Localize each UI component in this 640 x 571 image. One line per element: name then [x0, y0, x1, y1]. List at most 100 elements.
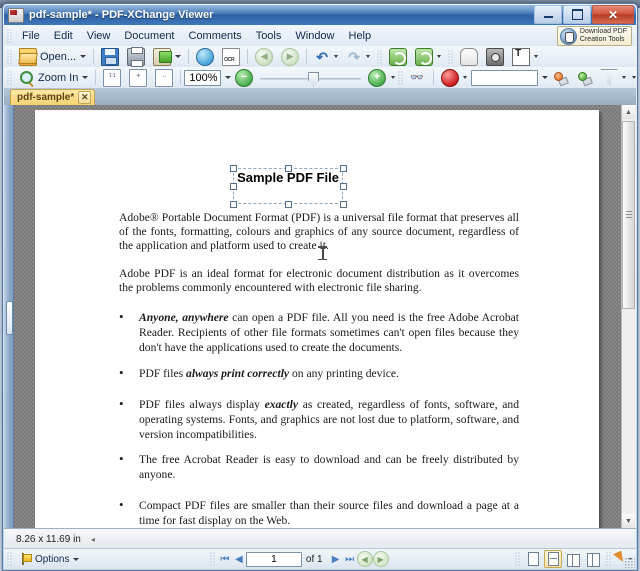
actual-size-button[interactable]: 1:1 — [99, 68, 125, 87]
options-button[interactable]: Options — [15, 552, 83, 566]
hand-tool-button[interactable] — [456, 47, 482, 66]
document-tab-pdf-sample[interactable]: pdf-sample* ✕ — [10, 89, 96, 105]
vertical-scrollbar[interactable]: ▲ ▼ — [621, 105, 636, 528]
scan-button[interactable] — [192, 47, 218, 66]
next-page-button-status[interactable]: ▶ — [329, 552, 343, 566]
open-dropdown-chevron-down-icon[interactable] — [80, 55, 87, 58]
print-button[interactable] — [123, 46, 149, 67]
zoom-in-step-button[interactable]: + — [364, 68, 390, 87]
fit-page-button[interactable]: ✛ — [125, 68, 151, 87]
fit-width-button[interactable]: ↔ — [151, 68, 177, 87]
close-icon[interactable]: ✕ — [78, 91, 92, 104]
navigation-pane-splitter[interactable] — [4, 105, 14, 528]
select-chevron-down-icon[interactable] — [534, 55, 539, 58]
rotate-left-button[interactable] — [385, 47, 411, 66]
options-chevron-down-icon[interactable] — [73, 557, 80, 561]
ocr-button[interactable]: OCR — [218, 47, 244, 66]
undo-button[interactable]: ↶ — [310, 48, 342, 66]
menu-tools[interactable]: Tools — [249, 27, 289, 45]
email-button[interactable] — [149, 47, 185, 66]
previous-page-button-status[interactable]: ◀ — [232, 552, 246, 566]
toolbar-grip-5[interactable] — [398, 70, 404, 85]
selection-handle-nw[interactable] — [230, 165, 237, 172]
selection-handle-e[interactable] — [340, 183, 347, 190]
close-button[interactable]: ✕ — [592, 5, 634, 24]
toolbar-grip-1[interactable] — [7, 49, 12, 64]
redo-chevron-down-icon[interactable] — [366, 55, 371, 58]
stamp-chevron-down-icon[interactable] — [463, 76, 468, 79]
menu-file[interactable]: File — [15, 27, 47, 45]
menu-help[interactable]: Help — [342, 27, 379, 45]
maximize-button[interactable] — [563, 5, 591, 24]
stamp-button[interactable] — [437, 68, 471, 87]
next-view-icon[interactable]: ▶ — [372, 551, 389, 567]
status-grip-3[interactable] — [515, 552, 520, 566]
zoom-step-chevron-down-icon[interactable] — [391, 76, 396, 79]
selection-handle-s[interactable] — [285, 201, 292, 208]
toolbar-grip-3[interactable] — [448, 49, 454, 64]
menu-view[interactable]: View — [80, 27, 118, 45]
previous-page-button[interactable]: ◀ — [251, 47, 277, 66]
open-button[interactable]: Open... — [15, 47, 90, 66]
selection-handle-sw[interactable] — [230, 201, 237, 208]
zoom-out-button[interactable]: − — [231, 68, 257, 87]
rotate-right-button[interactable] — [411, 47, 445, 66]
download-pdf-creation-tools-button[interactable]: Download PDF Creation Tools — [556, 26, 632, 46]
menu-window[interactable]: Window — [288, 27, 341, 45]
menu-comments[interactable]: Comments — [182, 27, 249, 45]
page-size-chevron-left-icon[interactable]: ◂ — [91, 535, 95, 544]
status-grip-1[interactable] — [7, 552, 12, 566]
pdf-title-selection[interactable]: Sample PDF File — [230, 165, 347, 208]
toolbar-grip-4[interactable] — [7, 70, 12, 85]
scroll-up-icon[interactable]: ▲ — [622, 105, 635, 119]
menu-edit[interactable]: Edit — [47, 27, 80, 45]
add-comment-button[interactable] — [572, 69, 596, 87]
undo-chevron-down-icon[interactable] — [334, 55, 339, 58]
email-chevron-down-icon[interactable] — [175, 55, 182, 58]
first-page-button[interactable]: ⏮ — [218, 552, 232, 566]
toolbar-grip-2[interactable] — [377, 49, 383, 64]
minimize-button[interactable] — [534, 5, 562, 24]
last-page-button[interactable]: ⏭ — [343, 552, 357, 566]
selection-handle-se[interactable] — [340, 201, 347, 208]
menu-drag-grip[interactable] — [7, 28, 12, 43]
next-page-button[interactable]: ▶ — [277, 47, 303, 66]
status-grip-2[interactable] — [209, 552, 215, 566]
zoom-tool-chevron-down-icon[interactable] — [82, 76, 89, 79]
highlight-chevron-down-icon[interactable] — [622, 76, 627, 79]
loupe-button[interactable]: 👓 — [406, 69, 430, 87]
add-note-button[interactable] — [548, 69, 572, 87]
scroll-down-icon[interactable]: ▼ — [622, 514, 635, 528]
view-mode-single-page[interactable] — [524, 550, 542, 568]
search-input[interactable] — [471, 69, 539, 86]
pdf-page[interactable]: Sample PDF File Adobe® Portable Document… — [35, 110, 599, 528]
highlight-button[interactable] — [596, 68, 630, 87]
zoom-slider-thumb[interactable] — [308, 71, 320, 87]
toolbar-overflow-chevron-down-icon[interactable] — [632, 76, 636, 79]
view-mode-facing-continuous[interactable] — [584, 550, 602, 568]
snapshot-button[interactable] — [482, 47, 508, 66]
select-text-button[interactable] — [508, 47, 542, 66]
save-button[interactable] — [97, 47, 123, 66]
view-mode-continuous[interactable] — [544, 550, 562, 568]
download-badge-line2: Creation Tools — [579, 36, 625, 43]
window-resize-grip[interactable] — [625, 558, 635, 568]
zoom-in-tool-button[interactable]: Zoom In — [15, 69, 92, 87]
vertical-scrollbar-thumb[interactable] — [622, 121, 635, 309]
selection-handle-w[interactable] — [230, 183, 237, 190]
selection-handle-ne[interactable] — [340, 165, 347, 172]
menu-document[interactable]: Document — [117, 27, 181, 45]
page-number-input[interactable]: 1 — [245, 551, 302, 567]
status-grip-4[interactable] — [606, 552, 611, 566]
zoom-slider[interactable] — [260, 70, 362, 87]
navigation-pane-grip[interactable] — [6, 300, 13, 335]
view-mode-facing[interactable] — [564, 550, 582, 568]
stamp-icon — [441, 68, 460, 87]
title-bar[interactable]: pdf-sample* - PDF-XChange Viewer ✕ — [4, 5, 636, 25]
zoom-level-input[interactable]: 100% — [184, 69, 222, 86]
app-icon — [8, 7, 24, 23]
selection-handle-n[interactable] — [285, 165, 292, 172]
rotate-chevron-down-icon[interactable] — [437, 55, 442, 58]
previous-view-icon[interactable]: ◀ — [356, 551, 373, 567]
redo-button[interactable]: ↷ — [342, 48, 374, 66]
